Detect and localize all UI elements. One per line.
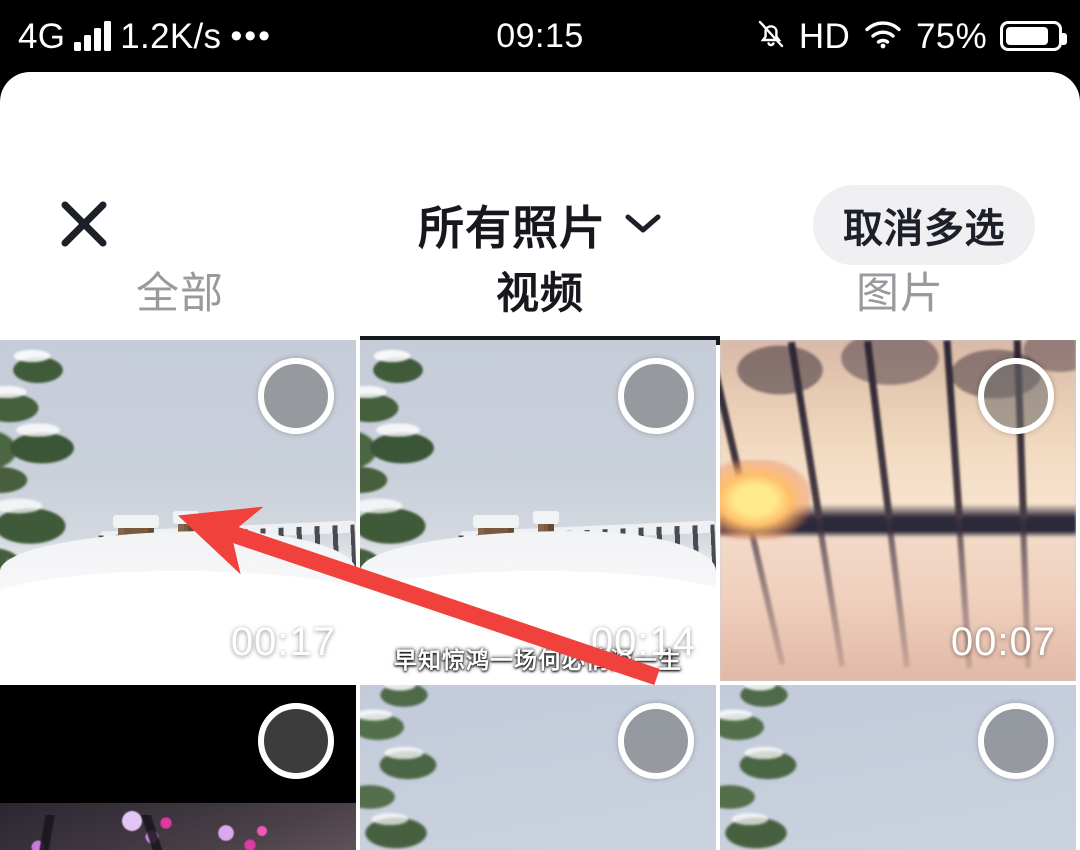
tab-video-label: 视频 [496, 270, 584, 318]
video-duration-label: 00:17 [230, 620, 336, 664]
media-thumbnail[interactable] [360, 685, 716, 850]
hd-label: HD [798, 16, 851, 56]
selection-circle-icon[interactable] [978, 703, 1054, 779]
selection-circle-icon[interactable] [618, 703, 694, 779]
battery-icon [1000, 21, 1067, 51]
tab-image-label: 图片 [856, 270, 944, 318]
media-thumbnail[interactable]: 00:07 [720, 340, 1076, 681]
media-type-tabs: 全部 视频 图片 [0, 240, 1080, 345]
video-duration-label: 00:07 [950, 620, 1056, 664]
media-thumbnail[interactable]: 早知惊鸿一场何必情深一生 00:14 [360, 340, 716, 681]
photo-picker-sheet: 所有照片 取消多选 全部 视频 图片 00:17 早知惊鸿一场何必情深一生 00… [0, 72, 1080, 850]
status-bar-right: HD 75% [756, 0, 1067, 72]
media-thumbnail[interactable] [0, 685, 356, 850]
picker-header: 所有照片 取消多选 [0, 72, 1080, 265]
media-thumbnail[interactable]: 00:17 [0, 340, 356, 681]
wifi-icon [863, 19, 903, 54]
tab-all-label: 全部 [136, 270, 224, 318]
status-bar: 4G 1.2K/s ••• 09:15 HD 75% [0, 0, 1080, 72]
selection-circle-icon[interactable] [258, 703, 334, 779]
tab-image[interactable]: 图片 [720, 240, 1080, 340]
bell-muted-icon [756, 17, 786, 56]
selection-circle-icon[interactable] [618, 358, 694, 434]
chevron-down-icon [624, 211, 662, 240]
tab-video[interactable]: 视频 [360, 240, 720, 340]
media-thumbnail[interactable] [720, 685, 1076, 850]
tab-all[interactable]: 全部 [0, 240, 360, 340]
selection-circle-icon[interactable] [258, 358, 334, 434]
video-duration-label: 00:14 [590, 620, 696, 664]
selection-circle-icon[interactable] [978, 358, 1054, 434]
media-grid: 00:17 早知惊鸿一场何必情深一生 00:14 00:07 [0, 340, 1080, 850]
clock-label: 09:15 [496, 16, 584, 55]
phone-screen: 4G 1.2K/s ••• 09:15 HD 75% 所有照片 取消多选 全部 … [0, 0, 1080, 850]
battery-percent-label: 75% [916, 16, 987, 56]
